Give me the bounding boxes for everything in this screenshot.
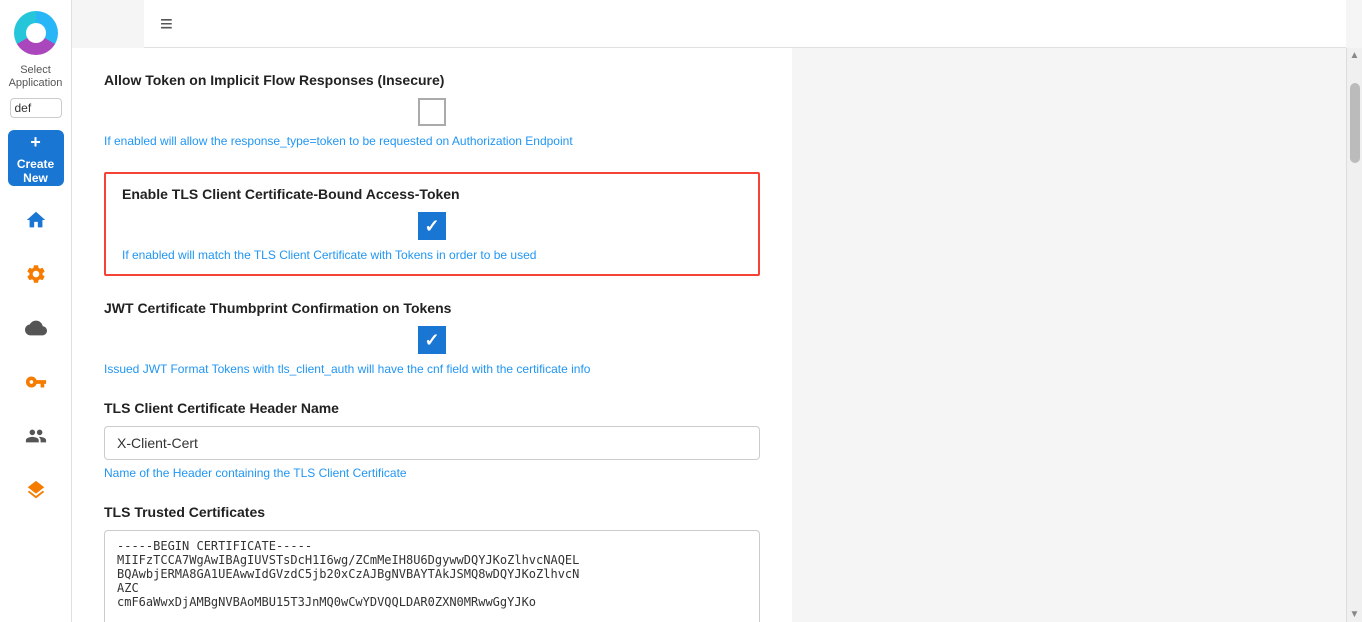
trusted-certs-label: TLS Trusted Certificates <box>104 504 760 520</box>
sidebar-nav <box>18 202 54 622</box>
page-scrollbar[interactable]: ▲ ▼ <box>1346 48 1362 622</box>
top-bar: ≡ <box>144 0 1346 48</box>
main-content: Allow Token on Implicit Flow Responses (… <box>72 48 792 622</box>
jwt-thumbprint-hint: Issued JWT Format Tokens with tls_client… <box>104 362 760 376</box>
sidebar-item-home[interactable] <box>18 202 54 238</box>
sidebar-item-settings[interactable] <box>18 256 54 292</box>
sidebar-item-cloud[interactable] <box>18 310 54 346</box>
jwt-thumbprint-checkbox[interactable] <box>418 326 446 354</box>
implicit-flow-checkbox-wrap <box>104 98 760 126</box>
jwt-thumbprint-checkbox-wrap <box>104 326 760 354</box>
trusted-certs-textarea[interactable]: -----BEGIN CERTIFICATE----- MIIFzTCCA7Wg… <box>104 530 760 622</box>
trusted-certs-section: TLS Trusted Certificates -----BEGIN CERT… <box>104 504 760 622</box>
sidebar-item-key[interactable] <box>18 364 54 400</box>
app-input-wrap[interactable] <box>10 98 62 118</box>
scrollbar-thumb[interactable] <box>1350 83 1360 163</box>
implicit-flow-label: Allow Token on Implicit Flow Responses (… <box>104 72 760 88</box>
tls-cert-bound-label: Enable TLS Client Certificate-Bound Acce… <box>122 186 742 202</box>
cert-header-label: TLS Client Certificate Header Name <box>104 400 760 416</box>
scroll-down-arrow[interactable]: ▼ <box>1348 607 1362 622</box>
create-new-button[interactable]: + Create New <box>8 130 64 186</box>
sidebar-item-layers[interactable] <box>18 472 54 508</box>
cert-header-hint: Name of the Header containing the TLS Cl… <box>104 466 760 480</box>
scroll-up-arrow[interactable]: ▲ <box>1348 48 1362 63</box>
implicit-flow-section: Allow Token on Implicit Flow Responses (… <box>104 72 760 148</box>
cert-header-section: TLS Client Certificate Header Name Name … <box>104 400 760 480</box>
sidebar: Select Application + Create New <box>0 0 72 622</box>
jwt-thumbprint-section: JWT Certificate Thumbprint Confirmation … <box>104 300 760 376</box>
create-new-label: Create New <box>8 157 64 185</box>
plus-icon: + <box>30 132 41 153</box>
implicit-flow-checkbox[interactable] <box>418 98 446 126</box>
tls-cert-bound-hint: If enabled will match the TLS Client Cer… <box>122 248 742 262</box>
jwt-thumbprint-label: JWT Certificate Thumbprint Confirmation … <box>104 300 760 316</box>
cert-header-input[interactable] <box>104 426 760 460</box>
hamburger-icon[interactable]: ≡ <box>160 11 173 37</box>
sidebar-item-users[interactable] <box>18 418 54 454</box>
app-logo <box>11 8 61 58</box>
main-wrap: ≡ Allow Token on Implicit Flow Responses… <box>72 0 1362 622</box>
app-input[interactable] <box>10 98 62 118</box>
implicit-flow-hint: If enabled will allow the response_type=… <box>104 134 760 148</box>
tls-cert-bound-section: Enable TLS Client Certificate-Bound Acce… <box>104 172 760 276</box>
tls-cert-bound-checkbox-wrap <box>122 212 742 240</box>
app-label: Select Application <box>0 62 71 92</box>
tls-cert-bound-checkbox[interactable] <box>418 212 446 240</box>
